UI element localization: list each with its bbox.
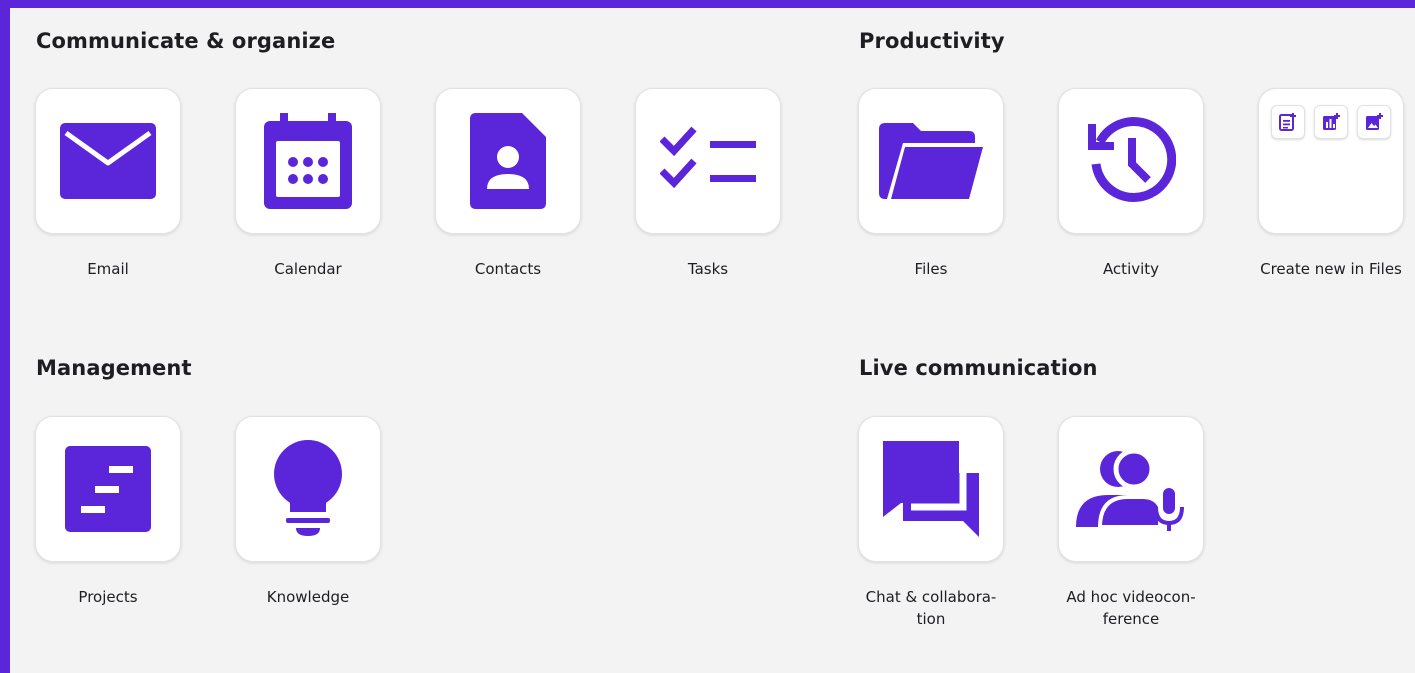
app-tile-tasks[interactable]: Tasks (635, 88, 781, 280)
app-tile-knowledge[interactable]: Knowledge (235, 416, 381, 608)
videoconference-card[interactable] (1058, 416, 1204, 562)
app-launcher-panel: Communicate & organize Email Calendar Co… (10, 8, 1415, 673)
chat-bubbles-icon (883, 441, 979, 537)
app-label-chat: Chat & collabora- tion (865, 588, 997, 628)
section-title-productivity: Productivity (859, 29, 1005, 53)
knowledge-card[interactable] (235, 416, 381, 562)
create-new-options (1259, 105, 1403, 139)
lightbulb-icon (274, 440, 342, 536)
app-label-contacts: Contacts (474, 260, 542, 278)
app-label-calendar: Calendar (274, 260, 342, 278)
app-label-files: Files (914, 260, 948, 278)
history-clock-icon (1088, 117, 1176, 202)
app-label-tasks: Tasks (687, 260, 729, 278)
app-tile-projects[interactable]: Projects (35, 416, 181, 608)
app-label-knowledge: Knowledge (266, 588, 350, 606)
new-image-button[interactable] (1357, 105, 1391, 139)
envelope-icon (60, 123, 156, 199)
gantt-board-icon (65, 446, 151, 532)
app-tile-contacts[interactable]: Contacts (435, 88, 581, 280)
checklist-icon (660, 126, 756, 189)
app-tile-files[interactable]: Files (858, 88, 1004, 280)
projects-card[interactable] (35, 416, 181, 562)
app-tile-activity[interactable]: Activity (1058, 88, 1204, 280)
tasks-card[interactable] (635, 88, 781, 234)
app-tile-chat[interactable]: Chat & collabora- tion (858, 416, 1004, 630)
contacts-card[interactable] (435, 88, 581, 234)
app-label-create-new-in-files: Create new in Files (1260, 260, 1402, 278)
new-document-icon (1279, 113, 1296, 131)
new-spreadsheet-icon (1323, 113, 1340, 130)
chat-card[interactable] (858, 416, 1004, 562)
app-label-videoconference: Ad hoc videocon- ference (1066, 588, 1196, 628)
app-tile-videoconference[interactable]: Ad hoc videocon- ference (1058, 416, 1204, 630)
files-card[interactable] (858, 88, 1004, 234)
email-card[interactable] (35, 88, 181, 234)
users-microphone-icon (1076, 448, 1184, 531)
section-title-communicate: Communicate & organize (36, 29, 336, 53)
app-label-activity: Activity (1102, 260, 1160, 278)
activity-card[interactable] (1058, 88, 1204, 234)
new-spreadsheet-button[interactable] (1314, 105, 1348, 139)
app-label-email: Email (87, 260, 129, 278)
contact-card-icon (470, 113, 546, 209)
section-title-live-communication: Live communication (859, 356, 1098, 380)
calendar-card[interactable] (235, 88, 381, 234)
new-image-icon (1366, 113, 1383, 130)
app-tile-calendar[interactable]: Calendar (235, 88, 381, 280)
app-label-projects: Projects (78, 588, 138, 606)
section-title-management: Management (36, 356, 192, 380)
app-tile-email[interactable]: Email (35, 88, 181, 280)
calendar-icon (264, 113, 352, 209)
new-document-button[interactable] (1271, 105, 1305, 139)
folder-icon (879, 123, 983, 199)
app-tile-create-new-in-files[interactable]: Create new in Files (1258, 88, 1404, 280)
create-new-card (1258, 88, 1404, 234)
